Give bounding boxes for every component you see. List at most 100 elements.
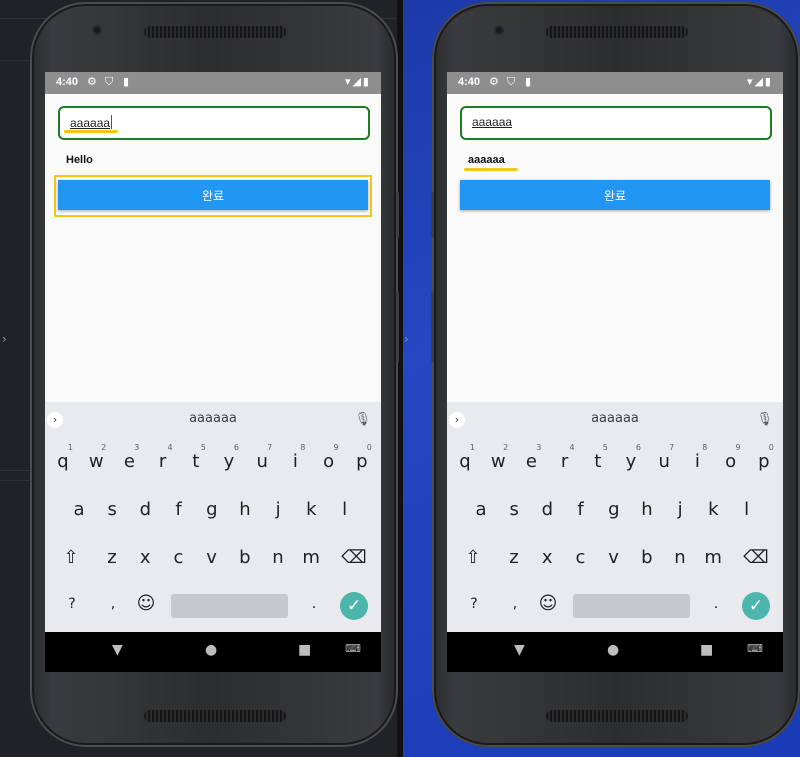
key-w[interactable]: w2 — [483, 442, 513, 482]
key-o[interactable]: o9 — [716, 442, 746, 482]
key-b[interactable]: b — [632, 538, 662, 578]
emoji-key[interactable]: ☺ — [533, 584, 563, 624]
settings-icon: ⚙ — [489, 75, 499, 88]
keyboard-switch-icon[interactable]: ⌨ — [345, 642, 361, 655]
key-e[interactable]: e3 — [516, 442, 546, 482]
key-q[interactable]: q1 — [450, 442, 480, 482]
key-j[interactable]: j — [263, 490, 293, 530]
shield-icon: ⛉ — [105, 75, 114, 88]
key-a[interactable]: a — [466, 490, 496, 530]
sd-card-icon: ▮ — [123, 75, 130, 88]
key-z[interactable]: z — [499, 538, 529, 578]
enter-key[interactable]: ✓ — [340, 592, 368, 620]
key-label: r — [560, 451, 569, 472]
key-x[interactable]: x — [532, 538, 562, 578]
key-h[interactable]: h — [230, 490, 260, 530]
shift-key[interactable]: ⇧ — [56, 538, 86, 578]
key-g[interactable]: g — [197, 490, 227, 530]
ide-expand-icon[interactable]: › — [404, 332, 409, 346]
key-m[interactable]: m — [296, 538, 326, 578]
emoji-key[interactable]: ☺ — [131, 584, 161, 624]
key-t[interactable]: t5 — [583, 442, 613, 482]
key-i[interactable]: i8 — [280, 442, 310, 482]
comma-key[interactable]: , — [98, 584, 128, 624]
key-a[interactable]: a — [64, 490, 94, 530]
key-m[interactable]: m — [698, 538, 728, 578]
microphone-icon[interactable]: 🎙 — [756, 412, 773, 427]
key-d[interactable]: d — [130, 490, 160, 530]
key-y[interactable]: y6 — [616, 442, 646, 482]
space-key[interactable] — [573, 594, 690, 618]
key-f[interactable]: f — [566, 490, 596, 530]
key-r[interactable]: r4 — [550, 442, 580, 482]
done-button[interactable]: 완료 — [58, 180, 368, 210]
suggestion-word[interactable]: aaaaaa — [45, 411, 381, 426]
suggestion-word[interactable]: aaaaaa — [447, 411, 783, 426]
key-v[interactable]: v — [197, 538, 227, 578]
key-label: ⌫ — [341, 547, 367, 568]
key-hint-number: 0 — [768, 443, 774, 452]
text-input-field[interactable]: aaaaaa — [58, 106, 370, 140]
comma-key[interactable]: , — [500, 584, 530, 624]
shift-key[interactable]: ⇧ — [458, 538, 488, 578]
status-bar: 4:40 ⚙ ⛉ ▮ ▾◢▮ — [447, 72, 783, 94]
key-n[interactable]: n — [665, 538, 695, 578]
key-x[interactable]: x — [130, 538, 160, 578]
back-icon[interactable]: ▼ — [514, 642, 525, 658]
done-button[interactable]: 완료 — [460, 180, 770, 210]
symbols-key[interactable]: ?123 — [457, 584, 491, 652]
key-label: c — [575, 547, 586, 568]
period-key[interactable]: . — [299, 584, 329, 624]
key-b[interactable]: b — [230, 538, 260, 578]
back-icon[interactable]: ▼ — [112, 642, 123, 658]
key-hint-number: 2 — [101, 443, 107, 452]
key-v[interactable]: v — [599, 538, 629, 578]
key-i[interactable]: i8 — [682, 442, 712, 482]
key-c[interactable]: c — [163, 538, 193, 578]
key-w[interactable]: w2 — [81, 442, 111, 482]
key-row-2: a s d f gh j k l — [45, 490, 381, 534]
key-e[interactable]: e3 — [114, 442, 144, 482]
period-key[interactable]: . — [701, 584, 731, 624]
symbols-key[interactable]: ?123 — [55, 584, 89, 652]
key-d[interactable]: d — [532, 490, 562, 530]
key-u[interactable]: u7 — [247, 442, 277, 482]
key-p[interactable]: p0 — [749, 442, 779, 482]
recents-icon[interactable]: ■ — [700, 642, 713, 658]
key-z[interactable]: z — [97, 538, 127, 578]
key-p[interactable]: p0 — [347, 442, 377, 482]
key-s[interactable]: s — [499, 490, 529, 530]
recents-icon[interactable]: ■ — [298, 642, 311, 658]
key-y[interactable]: y6 — [214, 442, 244, 482]
space-key[interactable] — [171, 594, 288, 618]
key-q[interactable]: q1 — [48, 442, 78, 482]
key-label: ☺ — [538, 593, 558, 614]
home-icon[interactable]: ● — [205, 642, 217, 658]
key-h[interactable]: h — [632, 490, 662, 530]
key-g[interactable]: g — [599, 490, 629, 530]
text-input-field[interactable]: aaaaaa — [460, 106, 772, 140]
keyboard-switch-icon[interactable]: ⌨ — [747, 642, 763, 655]
key-k[interactable]: k — [698, 490, 728, 530]
key-f[interactable]: f — [164, 490, 194, 530]
key-r[interactable]: r4 — [148, 442, 178, 482]
microphone-icon[interactable]: 🎙 — [354, 412, 371, 427]
key-j[interactable]: j — [665, 490, 695, 530]
ide-expand-icon[interactable]: › — [2, 332, 7, 346]
backspace-key[interactable]: ⌫ — [339, 538, 369, 578]
backspace-key[interactable]: ⌫ — [741, 538, 771, 578]
key-l[interactable]: l — [330, 490, 360, 530]
key-u[interactable]: u7 — [649, 442, 679, 482]
key-s[interactable]: s — [97, 490, 127, 530]
text-caret — [111, 115, 113, 129]
key-c[interactable]: c — [565, 538, 595, 578]
bottom-speaker — [144, 710, 286, 722]
key-t[interactable]: t5 — [181, 442, 211, 482]
key-o[interactable]: o9 — [314, 442, 344, 482]
suggestion-strip: › aaaaaa 🎙 — [447, 402, 783, 438]
home-icon[interactable]: ● — [607, 642, 619, 658]
key-l[interactable]: l — [732, 490, 762, 530]
key-k[interactable]: k — [296, 490, 326, 530]
enter-key[interactable]: ✓ — [742, 592, 770, 620]
key-n[interactable]: n — [263, 538, 293, 578]
